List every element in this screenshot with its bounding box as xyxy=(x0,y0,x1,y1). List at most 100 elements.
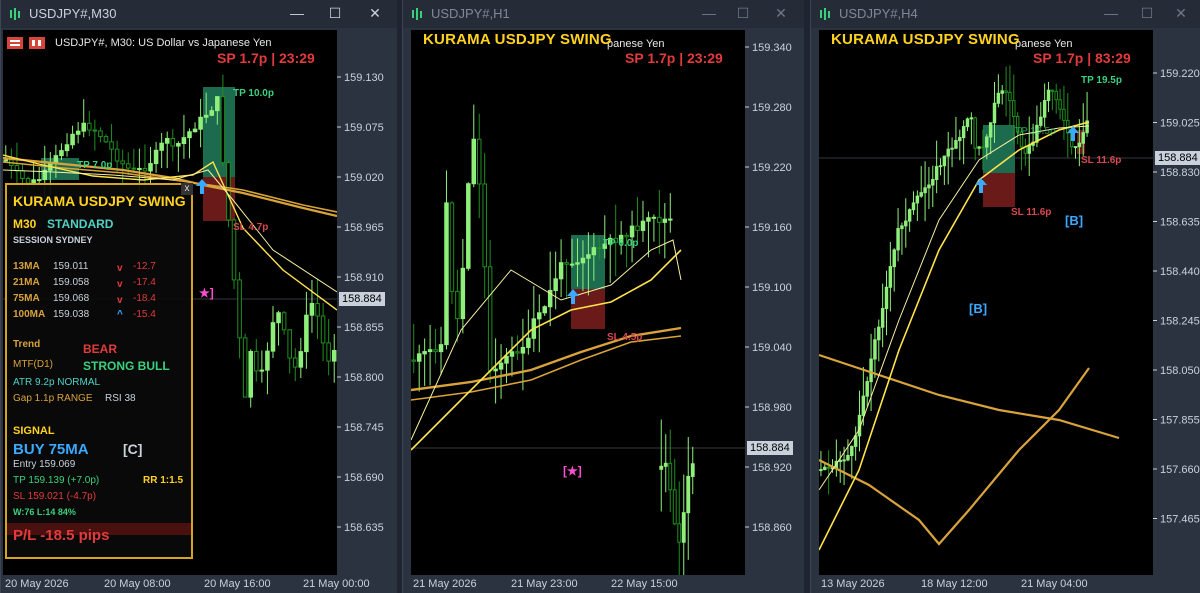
price-tick-label: 159.160 xyxy=(752,222,792,234)
candle-body xyxy=(142,167,148,172)
chart-window-h4[interactable]: USDJPY#,H4 — ☐ ✕ panese Yen KURAMA USDJP… xyxy=(810,0,1200,593)
overlay-title: KURAMA USDJPY SWING xyxy=(423,31,612,48)
window-title: USDJPY#,H4 xyxy=(839,6,918,21)
candle-body xyxy=(504,355,509,364)
symbol-header: USDJPY#, M30: US Dollar vs Japanese Yen xyxy=(55,37,272,49)
candle-body xyxy=(668,218,673,221)
candle-body xyxy=(826,466,831,469)
window-titlebar[interactable]: USDJPY#,M30 — ☐ ✕ xyxy=(1,0,397,28)
signal-value: BUY 75MA xyxy=(13,441,89,458)
candle-body xyxy=(640,220,646,231)
price-tick-label: 159.340 xyxy=(752,42,792,54)
sl-label: SL 4.7p xyxy=(233,222,269,233)
candle-body xyxy=(526,337,531,348)
candle-body xyxy=(203,114,209,118)
minimize-icon[interactable]: — xyxy=(1101,5,1121,21)
candle-body xyxy=(220,96,226,164)
close-icon[interactable]: ✕ xyxy=(1171,5,1191,22)
signal-marker: [B] xyxy=(1065,213,1084,228)
price-chart[interactable]: panese Yen KURAMA USDJPY SWING SP 1.7p |… xyxy=(411,30,745,575)
candle-body xyxy=(192,128,198,133)
candle-body xyxy=(988,122,993,138)
candle-body xyxy=(850,445,854,456)
candle-body xyxy=(438,344,444,353)
close-icon[interactable]: ✕ xyxy=(365,5,385,22)
ma-delta: -15.4 xyxy=(133,309,156,320)
candle-body xyxy=(20,170,25,180)
sl-readout: SL 159.021 (-4.7p) xyxy=(13,491,97,502)
candle-body xyxy=(59,150,64,157)
price-tick-label: 159.100 xyxy=(752,282,792,294)
candle-body xyxy=(663,462,668,467)
maximize-icon[interactable]: ☐ xyxy=(1137,5,1157,22)
tp-readout: TP 159.139 (+7.0p) xyxy=(13,475,100,486)
candle-body xyxy=(977,146,981,149)
sl-zone xyxy=(983,173,1015,207)
candle-body xyxy=(564,262,569,265)
indicator-panel: x KURAMA USDJPY SWING M30 STANDARD SESSI… xyxy=(5,183,193,559)
price-tick-label: 158.245 xyxy=(1160,316,1200,328)
candle-body xyxy=(888,266,893,288)
window-title: USDJPY#,M30 xyxy=(29,6,117,21)
candle-body xyxy=(838,459,842,462)
minimize-icon[interactable]: — xyxy=(699,5,719,21)
symbol-header: panese Yen xyxy=(607,38,665,50)
candle-body xyxy=(109,141,114,150)
price-tick-label: 158.800 xyxy=(344,372,384,384)
window-titlebar[interactable]: USDJPY#,H4 — ☐ ✕ xyxy=(811,0,1200,28)
candle-body xyxy=(931,178,935,186)
maximize-icon[interactable]: ☐ xyxy=(733,5,753,22)
candle-body xyxy=(657,216,662,223)
window-titlebar[interactable]: USDJPY#,H1 — ☐ ✕ xyxy=(403,0,804,28)
candle-body xyxy=(662,218,668,223)
candle-body xyxy=(1054,90,1058,101)
candle-body xyxy=(176,143,181,147)
candle-body xyxy=(242,337,248,398)
time-label: 20 May 16:00 xyxy=(204,578,271,590)
gap-readout: Gap 1.1p RANGE xyxy=(13,393,93,404)
candle-body xyxy=(819,469,823,472)
price-tick-label: 158.980 xyxy=(752,402,792,414)
candle-body xyxy=(900,225,904,230)
ma-value: 159.038 xyxy=(53,309,90,320)
candle-body xyxy=(471,138,477,185)
minimize-icon[interactable]: — xyxy=(287,5,307,21)
winloss-stats: W:76 L:14 84% xyxy=(13,507,76,517)
candle-body xyxy=(597,247,602,250)
candle-body xyxy=(237,279,242,339)
ma-name: 21MA xyxy=(13,277,40,288)
chart-icon xyxy=(412,8,422,20)
ma-name: 13MA xyxy=(13,261,40,272)
ma-name: 75MA xyxy=(13,293,40,304)
candle-body xyxy=(254,351,259,372)
price-tick-label: 158.860 xyxy=(752,522,792,534)
tp-label: TP 7.0p xyxy=(77,160,113,171)
price-tick-label: 158.910 xyxy=(344,272,384,284)
chart-window-m30[interactable]: USDJPY#,M30 — ☐ ✕ USDJPY#, M30: US Dolla… xyxy=(0,0,397,593)
candle-body xyxy=(92,129,98,132)
tp-label: TP 10.0p xyxy=(233,88,274,99)
current-price-box: 158.884 xyxy=(339,292,385,306)
chart-window-h1[interactable]: USDJPY#,H1 — ☐ ✕ panese Yen KURAMA USDJP… xyxy=(402,0,804,593)
candle-body xyxy=(965,118,970,128)
close-icon[interactable]: ✕ xyxy=(771,5,791,22)
price-chart[interactable]: panese Yen KURAMA USDJPY SWING SP 1.7p |… xyxy=(819,30,1153,575)
candle-body xyxy=(449,202,455,292)
ma-arrow: v xyxy=(117,295,123,306)
candle-body xyxy=(287,329,292,359)
trend-value: BEAR xyxy=(83,342,118,356)
tp-label: TP 6.0p xyxy=(603,238,639,249)
candle-body xyxy=(1073,146,1078,149)
candle-body xyxy=(651,216,657,219)
ma-value: 159.068 xyxy=(53,293,90,304)
price-tick-label: 159.075 xyxy=(344,122,384,134)
candle-body xyxy=(281,312,287,331)
candle-body xyxy=(153,149,159,165)
maximize-icon[interactable]: ☐ xyxy=(325,5,345,22)
tp-label: TP 19.5p xyxy=(1015,126,1056,137)
candle-body xyxy=(938,165,943,168)
overlay-title: KURAMA USDJPY SWING xyxy=(831,31,1020,48)
candle-body xyxy=(668,462,673,491)
candle-body xyxy=(427,349,433,353)
candle-body xyxy=(846,454,850,461)
